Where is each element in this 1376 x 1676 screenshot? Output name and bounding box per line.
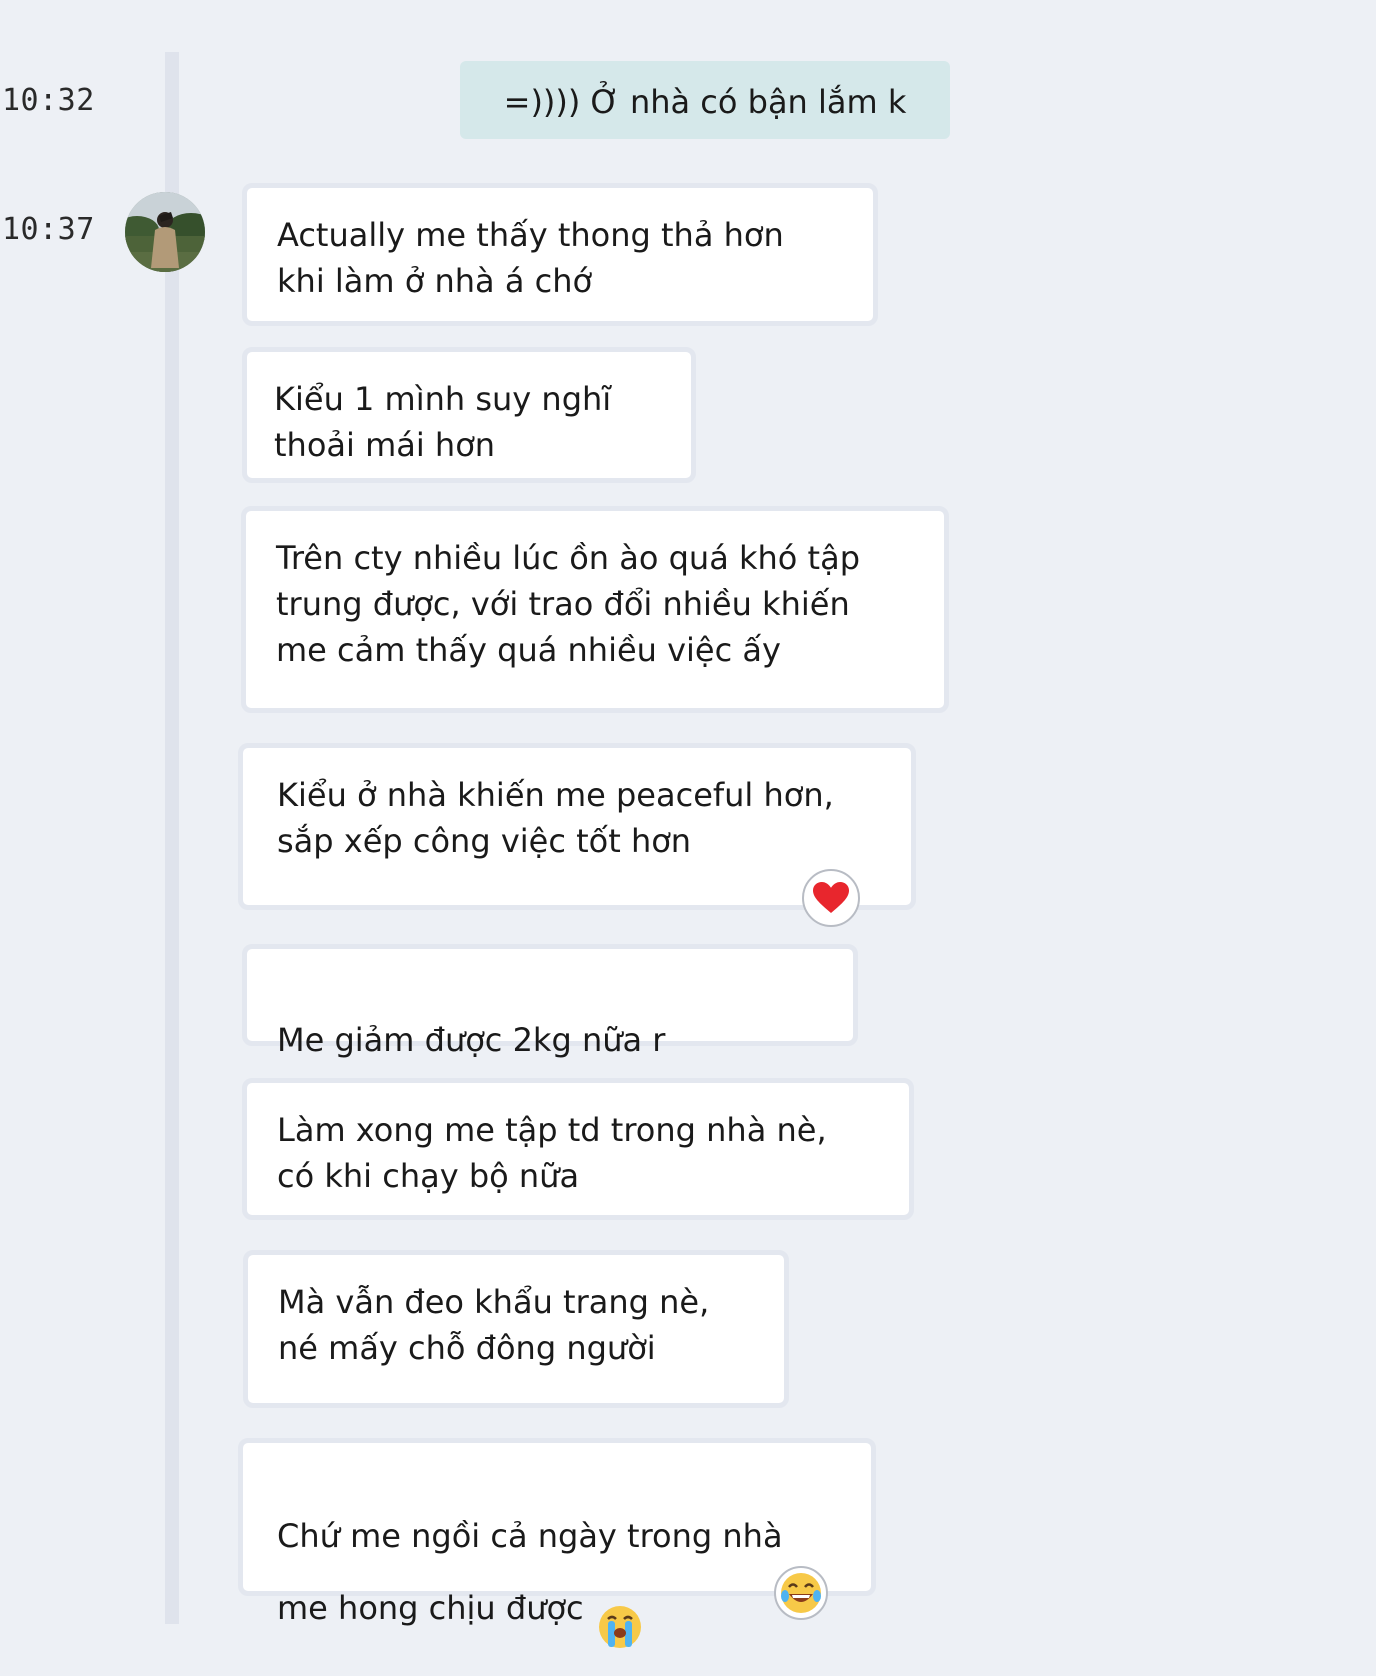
heart-reaction[interactable] <box>802 869 860 927</box>
timestamp: 10:32 <box>2 83 95 118</box>
heart-icon <box>813 882 849 913</box>
avatar-image <box>125 192 205 272</box>
laughing-emoji-icon <box>781 1573 821 1613</box>
message-bubble[interactable]: Mà vẫn đeo khẩu trang nè, né mấy chỗ đôn… <box>243 1250 789 1408</box>
timestamp: 10:37 <box>2 212 95 247</box>
message-text: Me giảm được 2kg nữa r <box>277 1021 666 1059</box>
avatar[interactable] <box>125 192 205 272</box>
message-bubble[interactable]: Trên cty nhiều lúc ồn ào quá khó tập tru… <box>241 506 949 713</box>
timeline-bar <box>165 52 179 1624</box>
sent-message-bubble[interactable]: =)))) Ở nhà có bận lắm k <box>460 61 950 139</box>
message-bubble[interactable]: Me giảm được 2kg nữa r <box>242 944 858 1163</box>
message-bubble[interactable]: Actually me thấy thong thả hơn khi làm ở… <box>242 183 878 326</box>
message-bubble[interactable]: Làm xong me tập td trong nhà nè, có khi … <box>242 1078 914 1220</box>
message-text: Chứ me ngồi cả ngày trong nhà me hong ch… <box>277 1517 783 1627</box>
message-bubble[interactable]: Kiểu 1 mình suy nghĩ thoải mái hơn <box>242 347 696 483</box>
crying-emoji-icon <box>598 1559 642 1661</box>
laughing-reaction[interactable] <box>774 1566 828 1620</box>
